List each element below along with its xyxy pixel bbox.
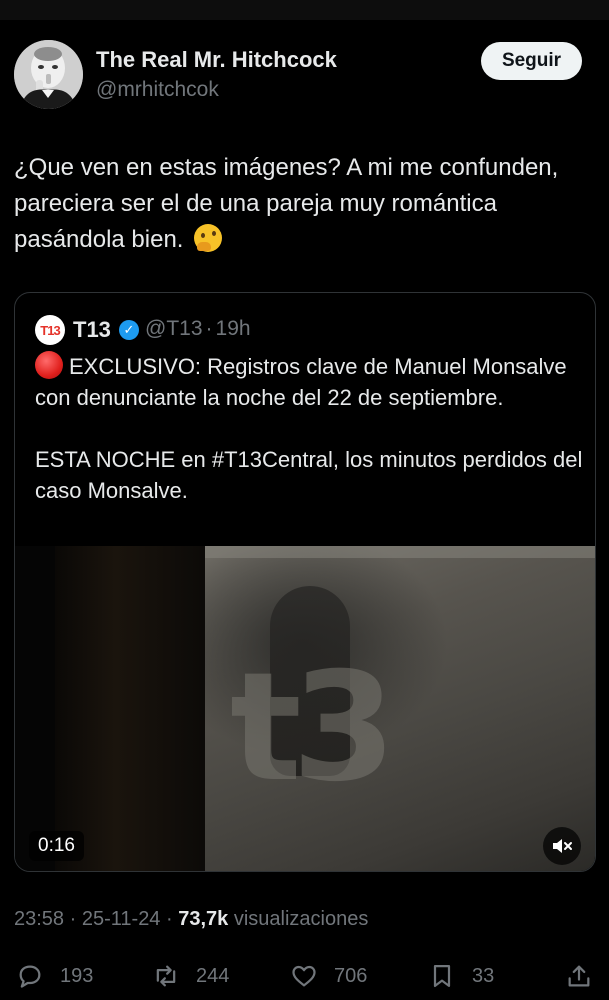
quote-author-meta: @T13 · 19h — [145, 317, 251, 341]
views-count: 73,7k — [178, 908, 229, 930]
avatar-portrait-icon — [14, 40, 83, 109]
verified-badge-icon: ✓ — [119, 320, 139, 340]
video-player[interactable]: t3 0:16 — [15, 546, 595, 871]
quote-text: EXCLUSIVO: Registros clave de Manuel Mon… — [35, 351, 585, 506]
tweet-text: ¿Que ven en estas imágenes? A mi me conf… — [14, 154, 559, 253]
quote-author-name[interactable]: T13 — [73, 317, 111, 343]
bookmark-icon — [433, 964, 451, 988]
top-status-strip — [0, 0, 609, 20]
repost-count: 244 — [196, 964, 230, 987]
repost-icon — [156, 965, 176, 987]
quoted-tweet-card[interactable]: T13 T13 ✓ @T13 · 19h EXCLUSIVO: Registros … — [14, 292, 596, 872]
author-name[interactable]: The Real Mr. Hitchcock — [96, 47, 337, 73]
video-dark-region — [55, 546, 205, 871]
t13-logo-avatar[interactable]: T13 — [35, 315, 65, 345]
views-label: visualizaciones — [233, 908, 369, 930]
follow-button[interactable]: Seguir — [481, 42, 582, 80]
reply-count: 193 — [60, 964, 94, 987]
quote-author-handle: @T13 — [145, 317, 203, 340]
meta-separator: · — [69, 908, 77, 930]
meta-separator: · — [205, 317, 213, 340]
bookmark-button[interactable]: 33 — [428, 955, 494, 997]
t13-watermark: t3 — [230, 641, 396, 815]
like-count: 706 — [334, 964, 368, 987]
meta-separator: · — [166, 908, 173, 930]
heart-icon — [292, 965, 316, 987]
mute-button[interactable] — [543, 827, 581, 865]
tweet-date: 25-11-24 — [81, 908, 161, 930]
tweet-body: ¿Que ven en estas imágenes? A mi me conf… — [14, 150, 584, 258]
quote-text-second: ESTA NOCHE en #T13Central, los minutos p… — [35, 447, 583, 503]
like-button[interactable]: 706 — [290, 955, 367, 997]
red-circle-icon — [35, 351, 63, 379]
reply-button[interactable]: 193 — [16, 955, 93, 997]
action-bar: 193 244 706 33 — [0, 955, 609, 997]
reply-icon — [19, 965, 41, 988]
quote-timestamp: 19h — [215, 317, 251, 340]
share-button[interactable] — [565, 955, 609, 997]
repost-button[interactable]: 244 — [152, 955, 229, 997]
share-icon — [568, 965, 590, 987]
speaker-muted-icon — [553, 839, 572, 853]
author-handle[interactable]: @mrhitchcok — [96, 78, 219, 102]
video-duration: 0:16 — [29, 831, 84, 861]
quote-text-main: EXCLUSIVO: Registros clave de Manuel Mon… — [35, 354, 567, 410]
tweet-time: 23:58 — [14, 908, 65, 930]
author-avatar[interactable] — [14, 40, 83, 109]
bookmark-count: 33 — [472, 964, 495, 987]
tweet-meta: 23:58 · 25-11-24 · 73,7k visualizaciones — [14, 908, 368, 931]
thinking-face-icon — [194, 224, 223, 252]
